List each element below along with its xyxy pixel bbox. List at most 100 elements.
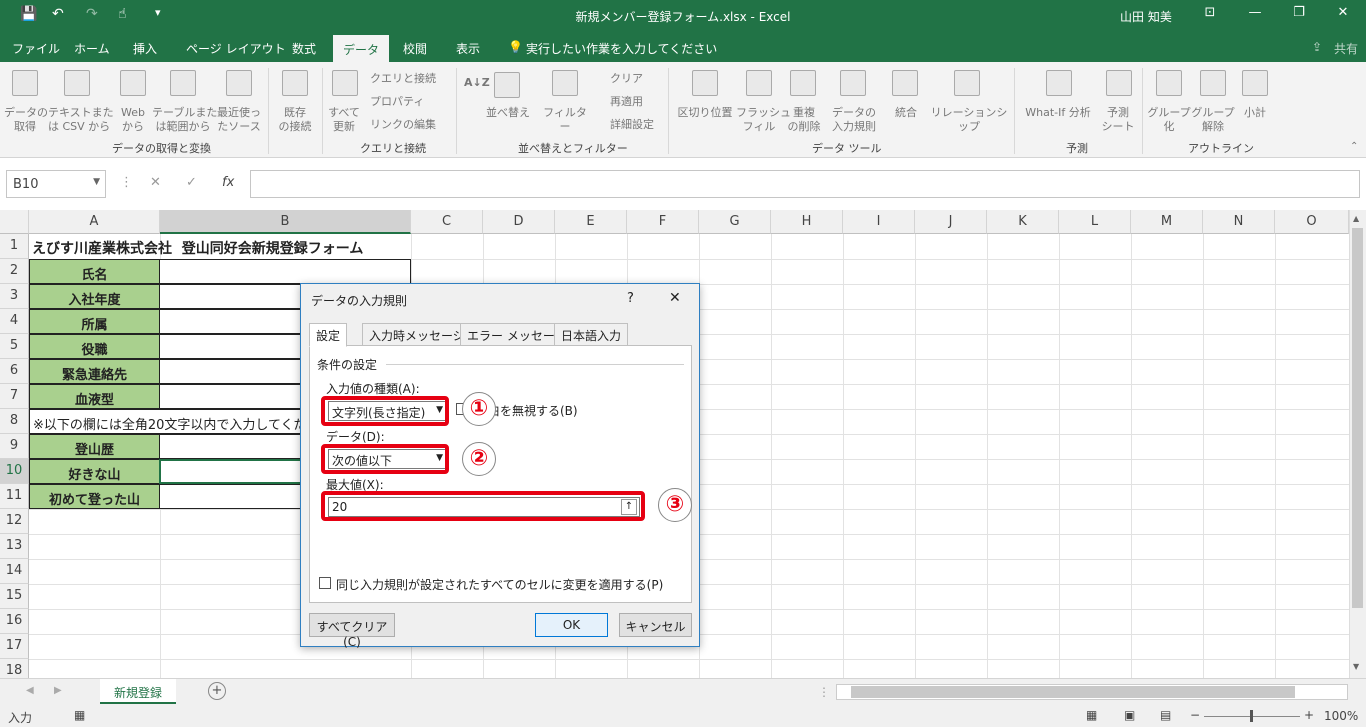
- row-header[interactable]: 17: [0, 634, 29, 659]
- label-cell[interactable]: 登山歴: [29, 434, 160, 459]
- remove-duplicates-button[interactable]: 重複 の削除: [782, 106, 826, 134]
- column-header[interactable]: J: [915, 210, 987, 234]
- row-header[interactable]: 3: [0, 284, 29, 309]
- column-header[interactable]: I: [843, 210, 915, 234]
- normal-view-icon[interactable]: ▦: [1086, 708, 1097, 722]
- what-if-button[interactable]: What-If 分析: [1018, 106, 1098, 120]
- zoom-slider-thumb[interactable]: [1250, 710, 1253, 722]
- group-button[interactable]: グループ 化: [1146, 106, 1192, 134]
- apply-all-checkbox[interactable]: [319, 577, 331, 589]
- column-header[interactable]: K: [987, 210, 1059, 234]
- label-cell[interactable]: 役職: [29, 334, 160, 359]
- column-header[interactable]: F: [627, 210, 699, 234]
- ungroup-button[interactable]: グループ 解除: [1190, 106, 1236, 134]
- edit-links-button[interactable]: リンクの編集: [370, 118, 436, 132]
- tab-review[interactable]: 校閲: [403, 40, 427, 57]
- row-header[interactable]: 7: [0, 384, 29, 409]
- confirm-entry-icon[interactable]: ✓: [186, 175, 197, 190]
- tell-me-input[interactable]: 実行したい作業を入力してください: [526, 40, 717, 57]
- subtotal-button[interactable]: 小計: [1236, 106, 1274, 120]
- tab-ime-mode[interactable]: 日本語入力: [554, 323, 629, 346]
- zoom-level[interactable]: 100%: [1324, 709, 1358, 723]
- reapply-button[interactable]: 再適用: [610, 95, 643, 109]
- formula-input[interactable]: [250, 170, 1360, 198]
- advanced-filter-button[interactable]: 詳細設定: [610, 118, 654, 132]
- row-header[interactable]: 11: [0, 484, 29, 509]
- column-header[interactable]: A: [29, 210, 160, 234]
- label-cell[interactable]: 氏名: [29, 259, 160, 284]
- from-web-button[interactable]: Web から: [112, 106, 154, 134]
- column-header[interactable]: N: [1203, 210, 1275, 234]
- column-header[interactable]: O: [1275, 210, 1349, 234]
- horizontal-scrollbar[interactable]: [836, 684, 1348, 700]
- tab-formulas[interactable]: 数式: [292, 40, 316, 57]
- select-all-corner[interactable]: [0, 210, 29, 234]
- share-button[interactable]: 共有: [1334, 40, 1358, 57]
- flash-fill-button[interactable]: フラッシュ フィル: [736, 106, 791, 134]
- minimize-icon[interactable]: —: [1240, 5, 1270, 20]
- scroll-up-icon[interactable]: ▲: [1353, 214, 1359, 223]
- ribbon-display-icon[interactable]: ⊡: [1195, 5, 1225, 20]
- column-header[interactable]: G: [699, 210, 771, 234]
- scroll-down-icon[interactable]: ▼: [1353, 662, 1359, 671]
- clear-all-button[interactable]: すべてクリア(C): [309, 613, 395, 649]
- get-data-button[interactable]: データの 取得: [4, 106, 48, 134]
- row-header[interactable]: 18: [0, 659, 29, 678]
- name-box[interactable]: B10 ▼: [6, 170, 106, 198]
- row-header[interactable]: 1: [0, 234, 29, 259]
- consolidate-button[interactable]: 統合: [884, 106, 928, 120]
- page-break-view-icon[interactable]: ▤: [1160, 708, 1171, 722]
- relationships-button[interactable]: リレーションシップ: [926, 106, 1012, 134]
- from-table-button[interactable]: テーブルまた は範囲から: [152, 106, 217, 134]
- row-header[interactable]: 16: [0, 609, 29, 634]
- ok-button[interactable]: OK: [535, 613, 608, 637]
- input-cell[interactable]: [159, 259, 411, 284]
- column-header[interactable]: C: [411, 210, 483, 234]
- form-title-cell[interactable]: えびす川産業株式会社 登山同好会新規登録フォーム: [32, 238, 363, 258]
- sort-button[interactable]: 並べ替え: [482, 106, 534, 120]
- existing-connections-button[interactable]: 既存 の接続: [272, 106, 318, 134]
- row-header[interactable]: 10: [0, 459, 29, 484]
- prev-sheet-icon[interactable]: ◀: [26, 685, 34, 696]
- tab-file[interactable]: ファイル: [12, 40, 60, 57]
- tab-insert[interactable]: 挿入: [133, 40, 157, 57]
- vertical-scrollbar[interactable]: ▲ ▼: [1349, 210, 1366, 678]
- tab-view[interactable]: 表示: [456, 40, 480, 57]
- row-header[interactable]: 12: [0, 509, 29, 534]
- tab-input-message[interactable]: 入力時メッセージ: [362, 323, 472, 346]
- forecast-sheet-button[interactable]: 予測 シート: [1098, 106, 1138, 134]
- queries-connections-button[interactable]: クエリと接続: [370, 72, 436, 86]
- row-header[interactable]: 8: [0, 409, 29, 434]
- close-window-icon[interactable]: ✕: [1328, 5, 1358, 20]
- row-header[interactable]: 2: [0, 259, 29, 284]
- filter-button[interactable]: フィルター: [538, 106, 592, 134]
- tab-home[interactable]: ホーム: [74, 40, 110, 57]
- row-header[interactable]: 9: [0, 434, 29, 459]
- data-validation-button[interactable]: データの 入力規則: [824, 106, 884, 134]
- row-header[interactable]: 14: [0, 559, 29, 584]
- column-header[interactable]: E: [555, 210, 627, 234]
- label-cell[interactable]: 所属: [29, 309, 160, 334]
- refresh-all-button[interactable]: すべて 更新: [324, 106, 364, 134]
- label-cell[interactable]: 入社年度: [29, 284, 160, 309]
- page-layout-view-icon[interactable]: ▣: [1124, 708, 1135, 722]
- cancel-button[interactable]: キャンセル: [619, 613, 692, 637]
- next-sheet-icon[interactable]: ▶: [54, 685, 62, 696]
- text-to-columns-button[interactable]: 区切り位置: [674, 106, 736, 120]
- from-csv-button[interactable]: テキストまた は CSV から: [48, 106, 114, 134]
- clear-filter-button[interactable]: クリア: [610, 72, 643, 86]
- row-header[interactable]: 5: [0, 334, 29, 359]
- insert-function-icon[interactable]: fx: [222, 175, 234, 190]
- label-cell[interactable]: 緊急連絡先: [29, 359, 160, 384]
- restore-icon[interactable]: ❐: [1284, 5, 1314, 20]
- cancel-entry-icon[interactable]: ✕: [150, 175, 161, 190]
- scroll-thumb[interactable]: [1352, 228, 1363, 608]
- user-name[interactable]: 山田 知美: [1120, 8, 1172, 25]
- properties-button[interactable]: プロパティ: [370, 95, 424, 109]
- chevron-down-icon[interactable]: ▼: [93, 177, 100, 187]
- label-cell[interactable]: 好きな山: [29, 459, 160, 484]
- add-sheet-icon[interactable]: +: [208, 682, 226, 700]
- row-header[interactable]: 4: [0, 309, 29, 334]
- recent-sources-button[interactable]: 最近使っ たソース: [214, 106, 264, 134]
- collapse-ribbon-icon[interactable]: ⌃: [1350, 140, 1358, 154]
